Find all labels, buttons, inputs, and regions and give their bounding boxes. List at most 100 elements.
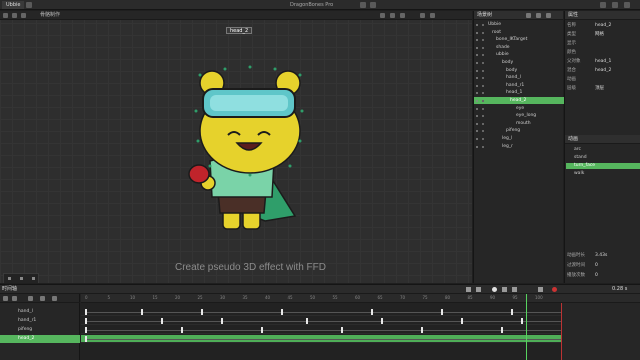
timeline-track[interactable]: head_2 — [0, 335, 80, 343]
visibility-icon[interactable] — [476, 100, 478, 102]
keyframe[interactable] — [221, 318, 223, 324]
undo-icon[interactable] — [360, 2, 366, 8]
visibility-icon[interactable] — [476, 54, 478, 57]
visibility-icon[interactable] — [476, 46, 478, 49]
delete-icon[interactable] — [546, 13, 551, 18]
timeline-track[interactable]: pifeng — [0, 326, 80, 334]
lock-icon[interactable] — [482, 77, 484, 80]
lock-icon[interactable] — [482, 84, 484, 87]
keyframe[interactable] — [341, 327, 343, 333]
timing-value[interactable]: 0 — [595, 273, 598, 279]
tree-row[interactable]: hand_l — [474, 74, 564, 81]
keyframe[interactable] — [461, 318, 463, 324]
visibility-icon[interactable] — [476, 122, 478, 125]
keyframe-lane[interactable] — [81, 317, 561, 325]
keyframe[interactable] — [306, 318, 308, 324]
lock-icon[interactable] — [482, 138, 484, 140]
key-icon[interactable] — [3, 296, 8, 301]
keyframe-lane[interactable] — [81, 308, 561, 316]
tree-row[interactable]: mouth — [474, 120, 564, 127]
settings-icon[interactable] — [600, 2, 606, 8]
prev-frame-icon[interactable] — [476, 287, 481, 292]
next-frame-icon[interactable] — [502, 287, 507, 292]
lock-icon[interactable] — [482, 145, 484, 148]
stage-viewport[interactable]: 骨骼制作 head_2 Create pseudo 3D effect with… — [0, 11, 472, 283]
visibility-icon[interactable] — [476, 130, 478, 133]
tree-row[interactable]: bone_IKTarget — [474, 36, 564, 43]
keyframe[interactable] — [501, 327, 503, 333]
visibility-icon[interactable] — [476, 92, 478, 95]
copy-key-icon[interactable] — [40, 296, 45, 301]
timeline-ruler[interactable]: 0 5 10 15 20 25 30 35 40 45 50 55 60 65 70 75 80 85 90 95 10… — [81, 294, 640, 303]
lock-icon[interactable] — [482, 39, 484, 42]
tween-icon[interactable] — [28, 296, 33, 301]
tree-row[interactable]: eye — [474, 105, 564, 112]
lock-icon[interactable] — [482, 62, 484, 64]
timeline-track[interactable]: hand_r1 — [0, 317, 80, 325]
property-value[interactable]: head_2 — [595, 68, 611, 74]
animation-item[interactable]: stand — [566, 155, 640, 161]
paste-key-icon[interactable] — [52, 296, 57, 301]
keyframe[interactable] — [181, 327, 183, 333]
visibility-icon[interactable] — [476, 84, 478, 87]
lock-icon[interactable] — [482, 115, 484, 118]
navigator-panel[interactable] — [3, 273, 39, 283]
tree-row[interactable]: body — [474, 59, 564, 66]
lock-icon[interactable] — [482, 54, 484, 57]
close-icon[interactable] — [624, 2, 630, 8]
last-frame-icon[interactable] — [512, 287, 517, 292]
lock-icon[interactable] — [482, 107, 484, 110]
property-value[interactable]: head_2 — [595, 23, 611, 29]
play-icon[interactable] — [492, 287, 497, 292]
keyframe[interactable] — [161, 318, 163, 324]
timing-value[interactable]: 0 — [595, 263, 598, 269]
curve-icon[interactable] — [12, 296, 17, 301]
loop-icon[interactable] — [538, 287, 543, 292]
add-icon[interactable] — [536, 13, 541, 18]
keyframe-lane[interactable] — [81, 335, 561, 343]
keyframe[interactable] — [421, 327, 423, 333]
tree-row[interactable]: root — [474, 29, 564, 36]
tree-row[interactable]: eye_long — [474, 112, 564, 119]
tree-row[interactable]: ubbie — [474, 51, 564, 58]
timing-value[interactable]: 3.43s — [595, 253, 607, 259]
keyframe[interactable] — [381, 318, 383, 324]
visibility-icon[interactable] — [476, 62, 478, 64]
lock-icon[interactable] — [482, 31, 484, 34]
visibility-icon[interactable] — [476, 145, 478, 148]
lock-icon[interactable] — [482, 69, 484, 72]
lock-icon[interactable] — [482, 122, 484, 125]
visibility-icon[interactable] — [476, 77, 478, 80]
lock-icon[interactable] — [482, 46, 484, 49]
keyframe[interactable] — [371, 309, 373, 315]
tree-row[interactable]: pifeng — [474, 127, 564, 134]
tree-row[interactable]: head_2 — [474, 97, 564, 104]
keyframe[interactable] — [281, 309, 283, 315]
record-icon[interactable] — [552, 287, 557, 292]
tree-row[interactable]: hand_r1 — [474, 82, 564, 89]
playhead[interactable] — [526, 294, 527, 360]
tree-row[interactable]: Ubbie — [474, 21, 564, 28]
animation-item[interactable]: turn_face — [566, 163, 640, 169]
lock-icon[interactable] — [482, 100, 484, 102]
keyframe[interactable] — [141, 309, 143, 315]
animation-item[interactable]: arc — [566, 147, 640, 153]
first-frame-icon[interactable] — [466, 287, 471, 292]
menu-icon[interactable] — [26, 2, 32, 8]
property-value[interactable]: 顶层 — [595, 86, 604, 92]
tree-row[interactable]: head_1 — [474, 89, 564, 96]
keyframe[interactable] — [511, 309, 513, 315]
redo-icon[interactable] — [370, 2, 376, 8]
property-value[interactable]: head_1 — [595, 59, 611, 65]
keyframe[interactable] — [441, 309, 443, 315]
lock-icon[interactable] — [482, 24, 484, 26]
document-tab[interactable]: Ubbie — [2, 1, 25, 9]
tree-row[interactable]: leg_r — [474, 143, 564, 150]
tree-row[interactable]: shade — [474, 44, 564, 51]
filter-icon[interactable] — [526, 13, 531, 18]
timeline-track[interactable]: hand_l — [0, 308, 80, 316]
visibility-icon[interactable] — [476, 24, 478, 26]
keyframe[interactable] — [521, 318, 523, 324]
visibility-icon[interactable] — [476, 115, 478, 118]
property-value[interactable]: 网格 — [595, 32, 604, 38]
